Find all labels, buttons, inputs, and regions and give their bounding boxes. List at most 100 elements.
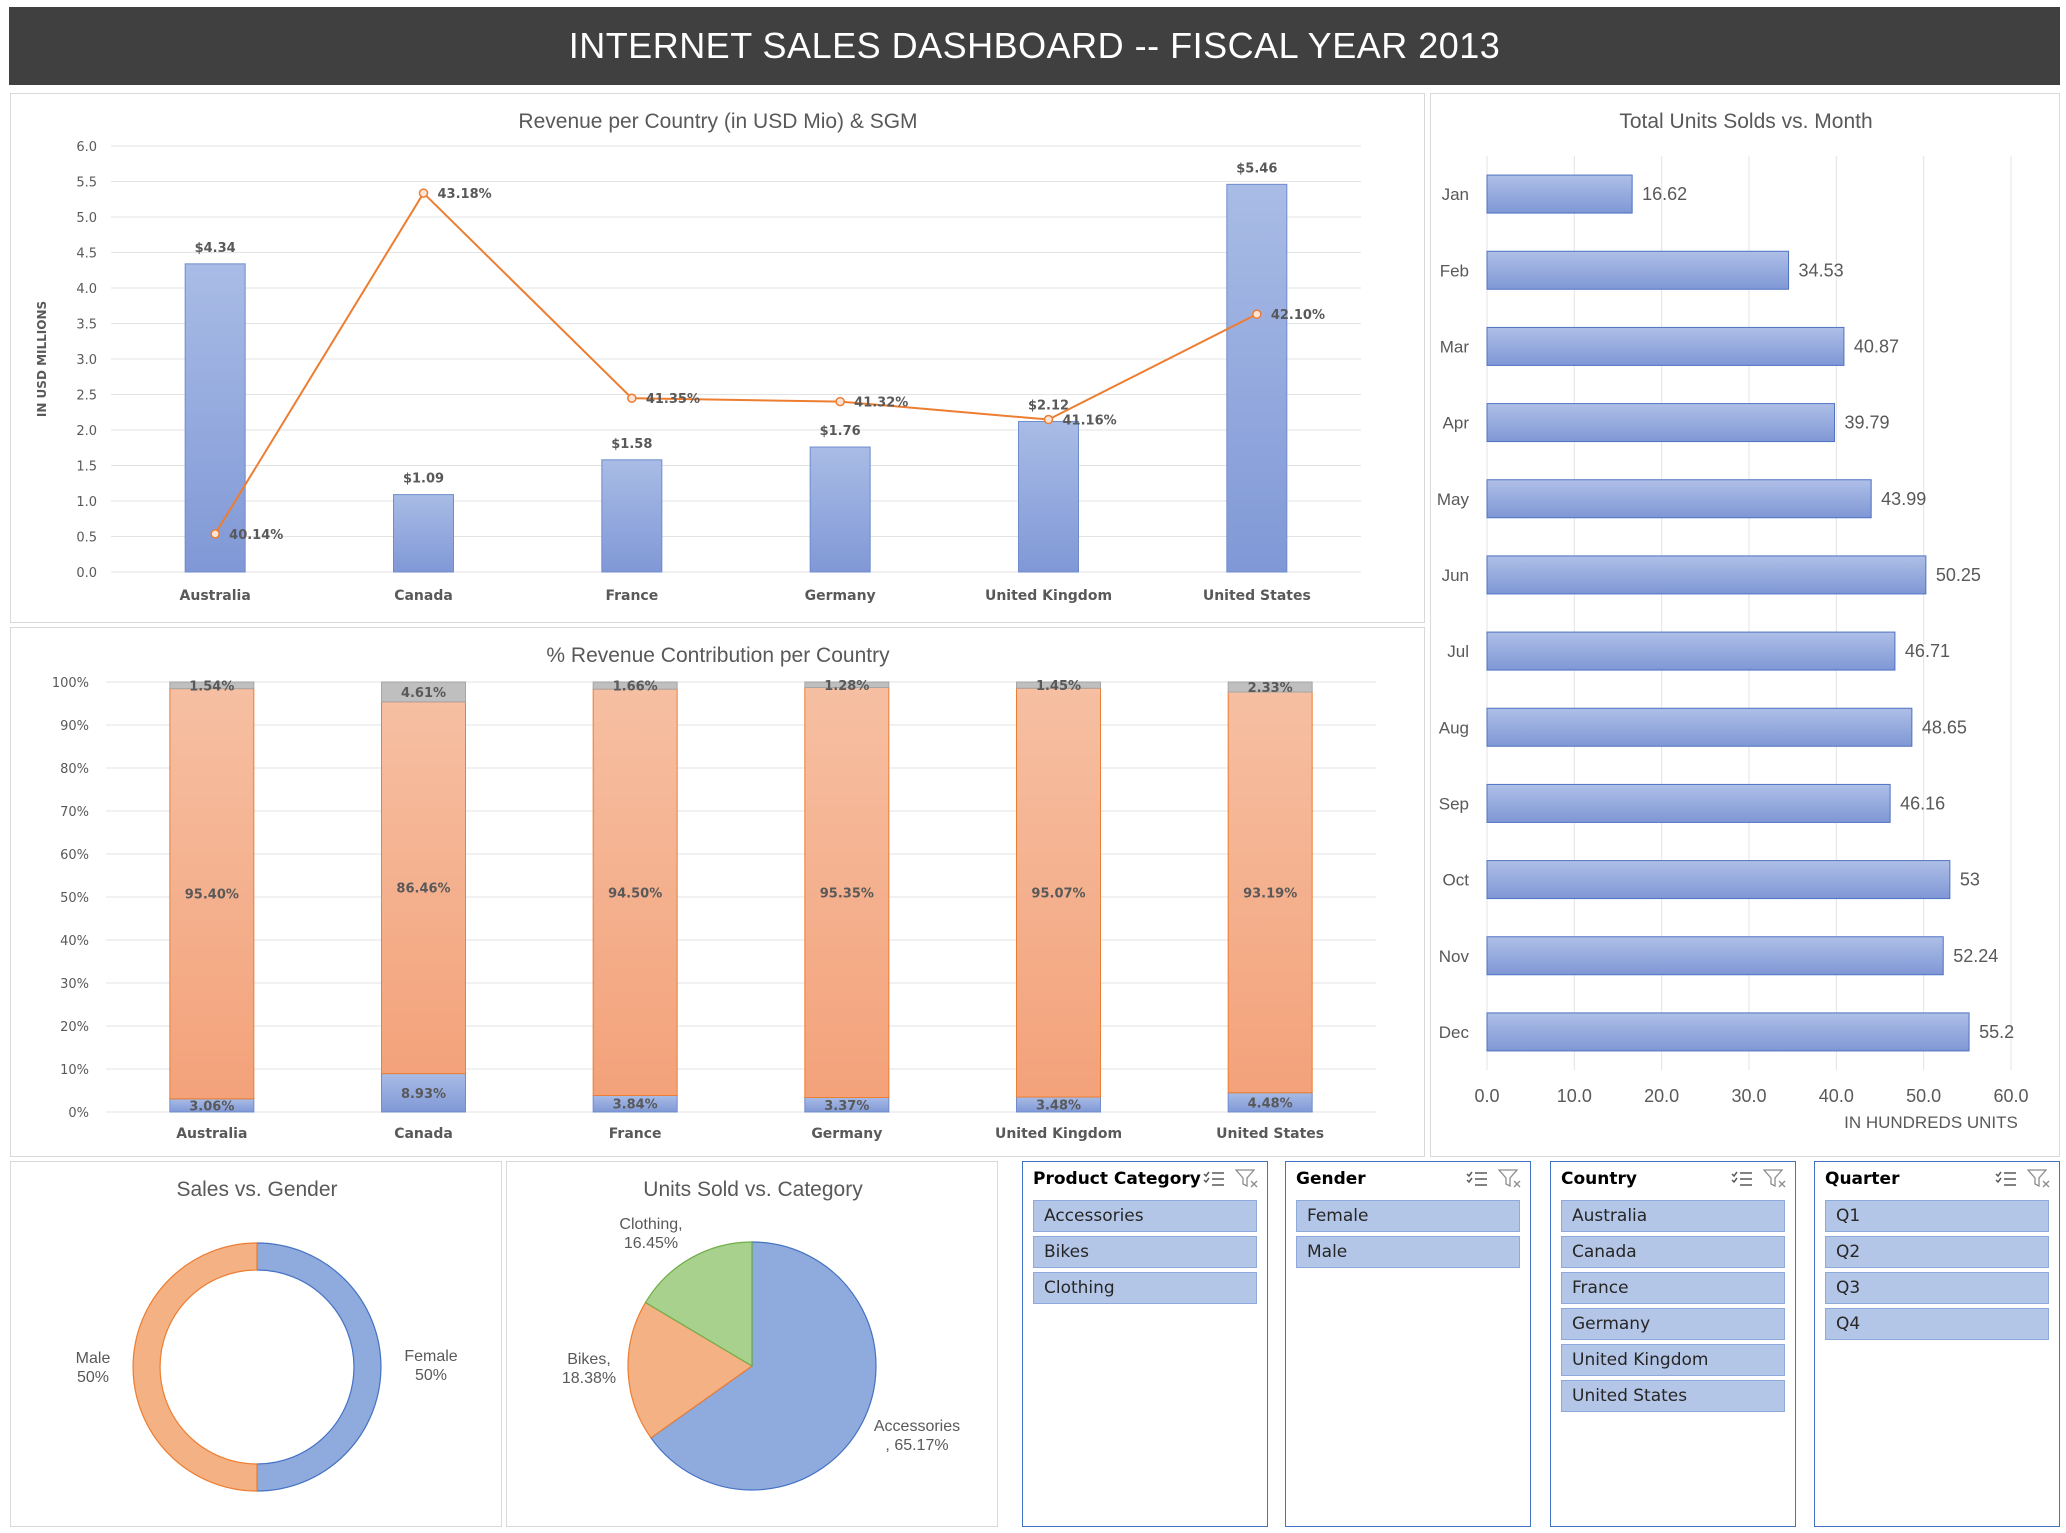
category-chart-panel: Units Sold vs. Category Accessories , 65.1… (506, 1161, 998, 1527)
month-value-label: 40.87 (1854, 336, 1899, 356)
slicer-item[interactable]: Bikes (1033, 1236, 1257, 1268)
revenue-value-label: $1.58 (611, 437, 652, 452)
x-tick-label: France (605, 588, 658, 604)
slicer-item[interactable]: Q4 (1825, 1308, 2049, 1340)
y-tick-label: 20% (60, 1020, 89, 1035)
slicer-item[interactable]: Germany (1561, 1308, 1785, 1340)
clear-filter-icon[interactable] (1763, 1169, 1787, 1189)
slicer-country: Country Australia Canada France Germany Unit… (1550, 1161, 1796, 1527)
slicer-item[interactable]: Q1 (1825, 1200, 2049, 1232)
sgm-value-label: 43.18% (438, 187, 492, 202)
x-tick-label: Australia (180, 588, 251, 604)
multi-select-icon[interactable] (1731, 1170, 1753, 1188)
y-tick-label: 2.0 (76, 424, 97, 439)
y-tick-label: 40% (60, 934, 89, 949)
x-tick-label: Canada (394, 588, 453, 604)
month-value-label: 39.79 (1844, 413, 1889, 433)
y-tick-label: Mar (1440, 337, 1470, 356)
month-bar (1486, 936, 1944, 976)
clear-filter-icon[interactable] (2027, 1169, 2051, 1189)
contribution-label: 86.46% (396, 882, 450, 897)
x-tick-label: 30.0 (1731, 1086, 1766, 1106)
gender-label: 50% (77, 1369, 109, 1386)
y-tick-label: 90% (60, 719, 89, 734)
month-value-label: 48.65 (1922, 717, 1967, 737)
y-tick-label: 5.5 (76, 176, 97, 191)
y-tick-label: Feb (1440, 261, 1469, 280)
sgm-value-label: 41.35% (646, 392, 700, 407)
x-tick-label: United States (1216, 1126, 1324, 1142)
x-tick-label: United States (1203, 588, 1311, 604)
y-tick-label: Oct (1443, 871, 1470, 890)
slicer-item[interactable]: Canada (1561, 1236, 1785, 1268)
sgm-value-label: 42.10% (1271, 308, 1325, 323)
slicer-item[interactable]: Male (1296, 1236, 1520, 1268)
category-label: Bikes, (567, 1351, 611, 1368)
x-tick-label: 50.0 (1906, 1086, 1941, 1106)
sgm-value-label: 41.32% (854, 396, 908, 411)
contribution-label: 2.33% (1248, 681, 1293, 696)
sgm-point (835, 396, 845, 407)
slicer-item[interactable]: Accessories (1033, 1200, 1257, 1232)
slicer-item[interactable]: Female (1296, 1200, 1520, 1232)
slicer-quarter: Quarter Q1 Q2 Q3 Q4 (1814, 1161, 2060, 1527)
y-tick-label: 10% (60, 1063, 89, 1078)
revenue-value-label: $1.09 (403, 472, 444, 487)
y-tick-label: Nov (1439, 947, 1470, 966)
contribution-label: 95.07% (1031, 887, 1085, 902)
contribution-label: 4.48% (1248, 1096, 1293, 1111)
clear-filter-icon[interactable] (1498, 1169, 1522, 1189)
chart-title: Total Units Solds vs. Month (1619, 110, 1872, 133)
month-value-label: 34.53 (1799, 260, 1844, 280)
gender-label: Female (404, 1348, 457, 1365)
month-bar (1486, 860, 1951, 900)
slicer-item[interactable]: Q3 (1825, 1272, 2049, 1304)
contribution-label: 1.54% (189, 679, 234, 694)
sgm-point (1043, 414, 1054, 425)
month-value-label: 43.99 (1881, 489, 1926, 509)
x-axis-label: IN HUNDREDS UNITS (1844, 1113, 2018, 1132)
multi-select-icon[interactable] (1203, 1170, 1225, 1188)
y-tick-label: 0.5 (76, 531, 97, 546)
month-bar (1486, 479, 1872, 519)
revenue-bar (601, 459, 663, 573)
sgm-point (627, 393, 637, 403)
revenue-bar (1018, 420, 1079, 573)
y-tick-label: 4.5 (76, 247, 97, 262)
y-tick-label: Apr (1443, 414, 1470, 433)
slicer-item[interactable]: Q2 (1825, 1236, 2049, 1268)
multi-select-icon[interactable] (1466, 1170, 1488, 1188)
slicer-item[interactable]: United States (1561, 1380, 1785, 1412)
slicer-item[interactable]: France (1561, 1272, 1785, 1304)
contribution-label: 94.50% (608, 886, 662, 901)
y-tick-label: 4.0 (76, 282, 97, 297)
sgm-point (1252, 309, 1262, 319)
slicer-item[interactable]: Clothing (1033, 1272, 1257, 1304)
contribution-label: 3.48% (1036, 1099, 1081, 1114)
multi-select-icon[interactable] (1995, 1170, 2017, 1188)
slicer-item[interactable]: Australia (1561, 1200, 1785, 1232)
y-tick-label: 3.5 (76, 318, 97, 333)
slicer-item[interactable]: United Kingdom (1561, 1344, 1785, 1376)
clear-filter-icon[interactable] (1235, 1169, 1259, 1189)
y-tick-label: 50% (60, 891, 89, 906)
revenue-chart: Revenue per Country (in USD Mio) & SGM IN… (35, 110, 1361, 604)
y-tick-label: Sep (1439, 794, 1469, 813)
month-value-label: 16.62 (1642, 184, 1687, 204)
category-chart: Units Sold vs. Category Accessories , 65.1… (562, 1178, 960, 1491)
month-value-label: 46.71 (1905, 641, 1950, 661)
sgm-value-label: 41.16% (1063, 414, 1117, 429)
gender-slice (256, 1242, 382, 1492)
contribution-label: 1.66% (613, 680, 658, 695)
y-tick-label: Jan (1442, 185, 1469, 204)
month-bar (1486, 783, 1891, 823)
revenue-value-label: $4.34 (195, 241, 236, 256)
y-tick-label: Aug (1439, 718, 1469, 737)
y-axis-label: IN USD MILLIONS (35, 301, 49, 417)
category-label: 18.38% (562, 1370, 616, 1387)
slicer-product-category: Product Category Accessories Bikes Clothin… (1022, 1161, 1268, 1527)
category-label: , 65.17% (885, 1437, 948, 1454)
x-tick-label: Canada (394, 1126, 453, 1142)
gender-chart-panel: Sales vs. Gender Female 50% Male 50% (10, 1161, 502, 1527)
chart-title: % Revenue Contribution per Country (546, 644, 890, 667)
